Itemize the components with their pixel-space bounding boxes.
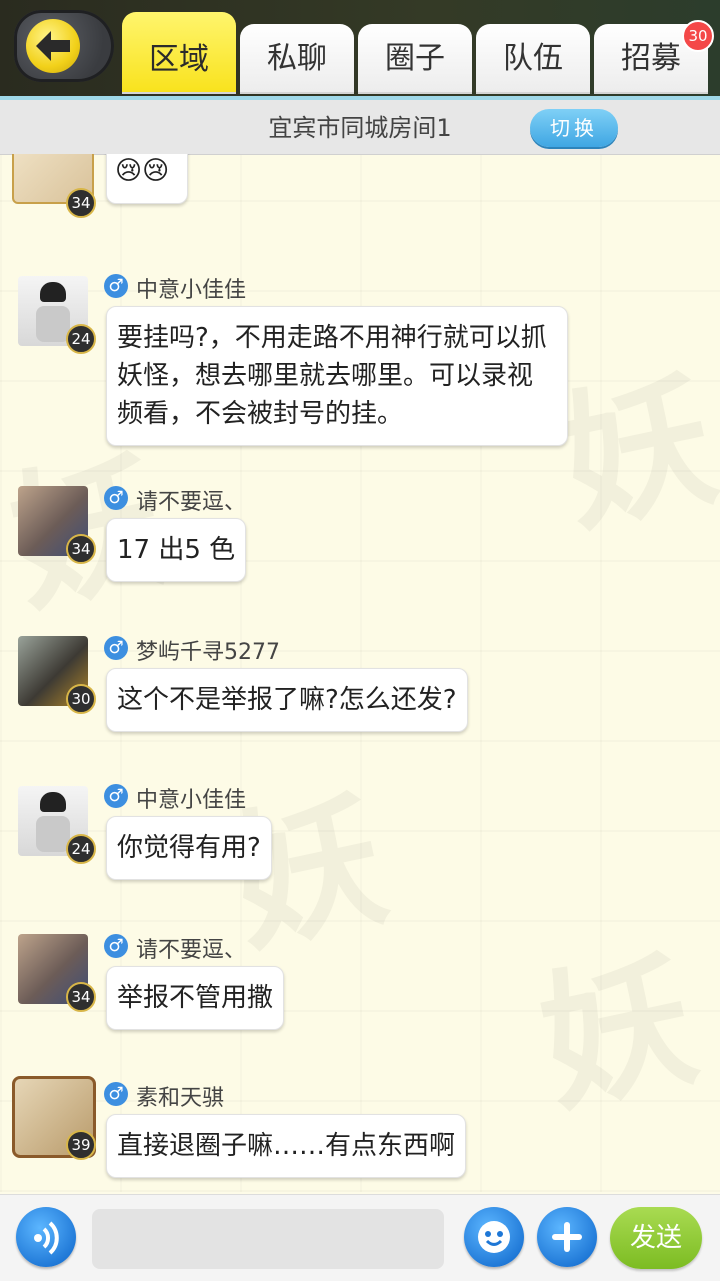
sender-name[interactable]: 请不要逗、 <box>136 484 246 516</box>
message-bubble: 直接退圈子嘛……有点东西啊 <box>106 1114 467 1178</box>
voice-icon <box>34 1221 59 1255</box>
level-badge: 24 <box>66 324 96 354</box>
send-button[interactable]: 发送 <box>610 1207 702 1269</box>
level-badge: 24 <box>66 834 96 864</box>
tab-region[interactable]: 区域 <box>122 12 236 94</box>
male-icon: ♂ <box>104 784 128 808</box>
message-bubble: 你觉得有用? <box>106 816 272 880</box>
avatar-body <box>36 306 70 342</box>
voice-button[interactable] <box>16 1207 76 1267</box>
back-button[interactable] <box>14 10 114 82</box>
room-bar: 宜宾市同城房间1 切换 <box>0 100 720 155</box>
tab-team[interactable]: 队伍 <box>476 24 590 94</box>
sender-name[interactable]: 梦屿千寻5277 <box>136 634 280 666</box>
avatar-hair <box>40 792 66 812</box>
message-bubble: 这个不是举报了嘛?怎么还发? <box>106 668 468 732</box>
level-badge: 34 <box>66 982 96 1012</box>
recruit-count-badge: 30 <box>682 20 714 52</box>
message-input[interactable] <box>92 1209 444 1269</box>
male-icon: ♂ <box>104 486 128 510</box>
chat-list[interactable]: 34 😢😢 24 ♂ 中意小佳佳 要挂吗?，不用走路不用神行就可以抓妖怪，想去哪… <box>0 154 720 1194</box>
emoji-icon <box>478 1221 510 1253</box>
message-bubble: 17 出5 色 <box>106 518 247 582</box>
sender-name[interactable]: 素和天骐 <box>136 1080 224 1112</box>
avatar-body <box>36 816 70 852</box>
avatar-hair <box>40 282 66 302</box>
back-arrow-icon <box>36 31 70 61</box>
tab-private-chat[interactable]: 私聊 <box>240 24 354 94</box>
top-tab-bar: 区域 私聊 圈子 队伍 招募 30 <box>0 0 720 100</box>
add-button[interactable] <box>537 1207 597 1267</box>
sender-name[interactable]: 中意小佳佳 <box>136 272 246 304</box>
emoji-button[interactable] <box>464 1207 524 1267</box>
level-badge: 34 <box>66 188 96 218</box>
switch-room-button[interactable]: 切换 <box>530 109 618 147</box>
message-bubble: 举报不管用撒 <box>106 966 285 1030</box>
message-bubble: 要挂吗?，不用走路不用神行就可以抓妖怪，想去哪里就去哪里。可以录视频看，不会被封… <box>106 306 568 446</box>
male-icon: ♂ <box>104 1082 128 1106</box>
level-badge: 39 <box>66 1130 96 1160</box>
tab-circle[interactable]: 圈子 <box>358 24 472 94</box>
level-badge: 34 <box>66 534 96 564</box>
sender-name[interactable]: 请不要逗、 <box>136 932 246 964</box>
message-bubble: 😢😢 <box>106 154 188 204</box>
male-icon: ♂ <box>104 934 128 958</box>
sender-name[interactable]: 中意小佳佳 <box>136 782 246 814</box>
plus-icon <box>552 1222 582 1252</box>
message-composer: 发送 <box>0 1194 720 1281</box>
male-icon: ♂ <box>104 636 128 660</box>
male-icon: ♂ <box>104 274 128 298</box>
level-badge: 30 <box>66 684 96 714</box>
